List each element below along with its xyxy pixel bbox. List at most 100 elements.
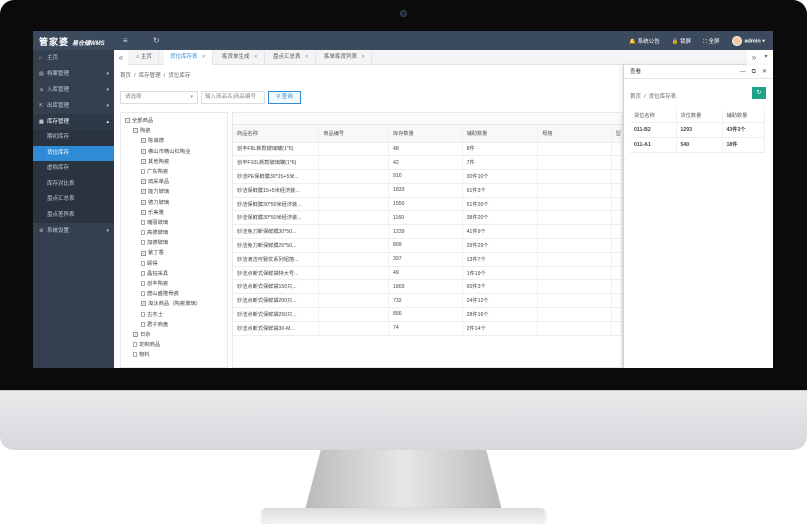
column-header[interactable]: 型	[611, 125, 622, 143]
column-header[interactable]: 辅助数量	[462, 125, 539, 143]
user-menu[interactable]: admin ▾	[731, 36, 765, 46]
tab-pick-list[interactable]: 拣单拣货列表 ✕	[318, 50, 373, 65]
tree-node[interactable]: + 陈诚德	[121, 136, 227, 146]
tabs-scroll-left-icon[interactable]: «	[114, 50, 128, 65]
tree-node[interactable]: 古杰士	[121, 310, 227, 320]
sidebar-item-archive[interactable]: ▤ 档案管理 ▾	[33, 66, 114, 82]
refresh-icon[interactable]: ↻	[153, 36, 160, 45]
sidebar-item-inbound[interactable]: ⇲ 入库管理 ▾	[33, 82, 114, 98]
close-icon[interactable]: ✕	[254, 54, 258, 60]
sidebar-sub-count-summary[interactable]: 盘点汇总表	[33, 192, 114, 208]
tree-node[interactable]: + 日杂	[121, 330, 227, 340]
sidebar-item-outbound[interactable]: ⇱ 出库管理 ▾	[33, 98, 114, 114]
sidebar-sub-stock-compare[interactable]: 库存对比表	[33, 176, 114, 192]
column-header[interactable]: 规格	[537, 125, 612, 143]
tree-node[interactable]: 高德玻璃	[121, 228, 227, 238]
sidebar-item-home[interactable]: ⌂ 主页	[33, 50, 114, 66]
table-row[interactable]: 妙洁滴洁可致优系列铝箔... 397 13件7个	[233, 252, 622, 267]
tree-node[interactable]: 创丰陶瓷	[121, 279, 227, 289]
tree-node[interactable]: 广东陶瓷	[121, 167, 227, 177]
category-select[interactable]: 请选择 ▾	[120, 91, 198, 104]
sidebar-item-inventory[interactable]: ▦ 库存管理 ▴	[33, 114, 114, 130]
tree-node[interactable]: 颐得	[121, 259, 227, 269]
panel-breadcrumb-home[interactable]: 首页	[630, 94, 641, 100]
minimize-icon[interactable]: —	[740, 65, 746, 79]
close-icon[interactable]: ✕	[202, 54, 206, 60]
expand-icon[interactable]: +	[133, 332, 138, 338]
table-row[interactable]: 妙洁保鲜膜30*50米经济装... 1550 51件20个	[233, 197, 622, 212]
tree-node[interactable]: + 其他陶瓷	[121, 157, 227, 167]
menu-icon[interactable]: ≡	[123, 36, 128, 45]
table-row[interactable]: 妙洁保鲜膜15+5米经济装... 1833 61件3个	[233, 183, 622, 198]
tab-home[interactable]: ⌂ 主页	[130, 50, 159, 65]
lock-button[interactable]: 🔒 锁屏	[672, 37, 691, 45]
expand-icon[interactable]: +	[141, 199, 146, 205]
table-row[interactable]: 妙洁保鲜膜30*50米经济装... 1160 38件20个	[233, 210, 622, 226]
tree-node[interactable]: + 能力玻璃	[121, 187, 227, 197]
collapse-icon[interactable]: −	[125, 118, 130, 124]
expand-icon[interactable]: +	[141, 179, 146, 185]
tree-node[interactable]: 定制商品	[121, 340, 227, 350]
tree-node[interactable]: + 佛山市精山红陶业	[121, 147, 227, 157]
search-button[interactable]: ⚲ 查询	[268, 91, 301, 104]
leaf-icon	[141, 281, 145, 287]
camera	[400, 10, 407, 17]
table-row[interactable]: 创丰F10L新款玻璃罐(1*6) 42 7件	[233, 155, 622, 171]
table-row[interactable]: 妙洁PE保鲜膜30*15+5米... 910 30件10个	[233, 169, 622, 184]
tree-node[interactable]: + 德力玻璃	[121, 198, 227, 208]
tree-node[interactable]: 加德玻璃	[121, 238, 227, 248]
tab-pick-generate[interactable]: 拣货单生成 ✕	[216, 50, 265, 65]
tree-node[interactable]: + 乐美雅	[121, 208, 227, 218]
column-header[interactable]: 库存数量	[388, 125, 463, 143]
sidebar-sub-virtual-stock[interactable]: 虚拟库存	[33, 161, 114, 177]
fullscreen-button[interactable]: ⛶ 全屏	[703, 37, 719, 46]
table-row[interactable]: 妙洁点断式保鲜袋200只... 732 24件12个	[233, 293, 622, 309]
expand-icon[interactable]: +	[141, 138, 146, 144]
search-input[interactable]: 输入商品名|商品编号	[201, 91, 265, 104]
tree-node[interactable]: 晶钰采具	[121, 269, 227, 279]
table-row[interactable]: 妙洁点断式保鲜袋特大号... 49 1件19个	[233, 266, 622, 281]
tab-count-summary[interactable]: 盘点汇总表 ✕	[267, 50, 316, 65]
close-icon[interactable]: ✕	[361, 54, 365, 60]
sidebar-sub-location-stock[interactable]: 货位库存	[33, 145, 114, 161]
notice-button[interactable]: 🔔 系统公告	[629, 37, 659, 45]
panel-table-row[interactable]: 011-A1 540 18件	[630, 137, 765, 153]
expand-icon[interactable]: +	[141, 301, 146, 307]
table-row[interactable]: 妙洁免刀断保鲜膜25*50... 899 29件29个	[233, 238, 622, 253]
close-icon[interactable]: ✕	[305, 54, 309, 60]
tab-location-stock[interactable]: 货位库存表 ✕	[164, 50, 213, 65]
collapse-icon[interactable]: −	[133, 128, 138, 134]
sidebar-item-settings[interactable]: ⚙ 系统设置 ▾	[33, 223, 114, 239]
breadcrumb-home[interactable]: 首页	[120, 73, 131, 79]
table-row[interactable]: 妙洁免刀断保鲜膜30*50... 1239 41件9个	[233, 224, 622, 240]
close-icon[interactable]: ✕	[762, 65, 767, 79]
tree-node[interactable]: + 淘汰商品（陶瓷玻璃）	[121, 299, 227, 309]
column-header[interactable]: 商品编号	[318, 125, 389, 143]
tree-node[interactable]: 物料	[121, 350, 227, 360]
tree-node[interactable]: + 紫丁香	[121, 248, 227, 258]
breadcrumb-inventory[interactable]: 库存管理	[139, 73, 161, 79]
tree-node[interactable]: + 琉采单品	[121, 177, 227, 187]
table-row[interactable]: 妙洁点断式保鲜袋250只... 856 28件16个	[233, 307, 622, 322]
maximize-icon[interactable]: ⧉	[752, 65, 756, 79]
table-row[interactable]: 妙洁点断式保鲜袋150只... 1803 60件3个	[233, 279, 622, 295]
expand-icon[interactable]: +	[141, 250, 146, 256]
expand-icon[interactable]: +	[141, 158, 146, 164]
expand-icon[interactable]: +	[141, 209, 146, 215]
panel-breadcrumb: 首页 / 货位库存表	[630, 94, 677, 100]
panel-table-row[interactable]: 011-B2 1293 43件3个	[630, 122, 765, 138]
sidebar-sub-opening-stock[interactable]: 期初库存	[33, 130, 114, 146]
tree-node[interactable]: 唐山盛隆骨瓷	[121, 289, 227, 299]
tree-node[interactable]: 瑰丽玻璃	[121, 218, 227, 228]
tree-node[interactable]: 君子商盘	[121, 320, 227, 330]
tree-node[interactable]: − 全部商品	[121, 116, 227, 126]
table-row[interactable]: 创丰F8L新款玻璃罐(1*6) 48 8件	[233, 142, 622, 157]
tabs-menu-icon[interactable]: ▾	[759, 50, 773, 65]
sidebar-sub-count-diff[interactable]: 盘点差异表	[33, 207, 114, 223]
column-header[interactable]: 商品名称	[233, 125, 320, 143]
table-row[interactable]: 妙洁点断式保鲜袋30-M... 74 2件14个	[233, 321, 622, 336]
tree-node[interactable]: − 陶瓷	[121, 126, 227, 136]
expand-icon[interactable]: +	[141, 189, 146, 195]
expand-icon[interactable]: +	[141, 148, 146, 154]
refresh-icon[interactable]: ↻	[752, 87, 766, 99]
